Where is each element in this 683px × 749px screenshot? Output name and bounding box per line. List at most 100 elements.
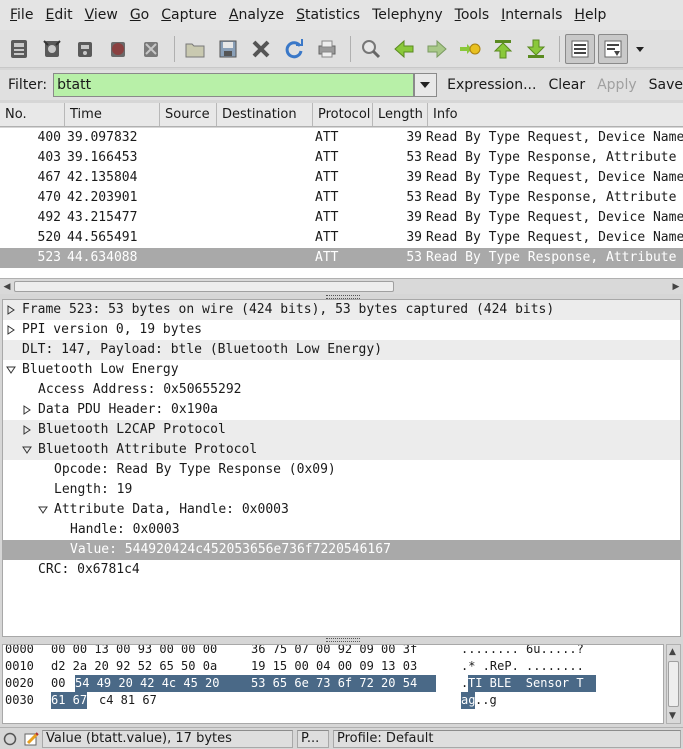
menu-view[interactable]: View [79, 0, 124, 30]
column-header-destination[interactable]: Destination [217, 103, 313, 126]
packet-cell-no: 403 [37, 150, 61, 165]
tree-item[interactable]: Value: 544920424c452053656e736f722054616… [3, 540, 680, 560]
column-header-no[interactable]: No. [0, 103, 65, 126]
more-icon[interactable] [631, 34, 649, 64]
filter-dropdown-button[interactable] [413, 73, 438, 97]
hex-bytes[interactable]: 00 [51, 675, 65, 692]
tree-item[interactable]: Bluetooth Low Energy [3, 360, 680, 380]
collapse-arrow-icon[interactable] [21, 440, 33, 460]
tree-item[interactable]: DLT: 147, Payload: btle (Bluetooth Low E… [3, 340, 680, 360]
hex-bytes-selected[interactable]: 53 65 6e 73 6f 72 20 54 [249, 675, 436, 692]
capture-options-icon[interactable] [37, 34, 67, 64]
hex-ascii-selected[interactable]: ag [461, 692, 476, 709]
save-file-icon[interactable] [213, 34, 243, 64]
filter-input[interactable]: btatt [53, 73, 414, 97]
menu-edit[interactable]: Edit [39, 0, 78, 30]
menu-file[interactable]: File [4, 0, 39, 30]
hex-bytes[interactable]: d2 2a 20 92 52 65 50 0a [51, 658, 217, 675]
hex-ascii[interactable]: .* .ReP. ........ [461, 658, 584, 675]
packet-row[interactable]: 400 39.097832 ATT 39 Read By Type Request, D… [0, 128, 683, 148]
collapse-arrow-icon[interactable] [5, 360, 17, 380]
start-capture-icon[interactable] [70, 34, 100, 64]
menu-statistics[interactable]: Statistics [290, 0, 366, 30]
menu-analyze[interactable]: Analyze [223, 0, 290, 30]
stop-capture-icon[interactable] [103, 34, 133, 64]
go-first-icon[interactable] [488, 34, 518, 64]
packet-row[interactable]: 523 44.634088 ATT 53 Read By Type Response, … [0, 248, 683, 268]
packet-row[interactable]: 467 42.135804 ATT 39 Read By Type Request, D… [0, 168, 683, 188]
column-header-time[interactable]: Time [65, 103, 160, 126]
menu-go[interactable]: Go [124, 0, 155, 30]
menu-help[interactable]: Help [568, 0, 612, 30]
scrollbar-thumb[interactable] [14, 281, 394, 292]
hex-bytes-selected[interactable]: 54 49 20 42 4c 45 20 [75, 675, 249, 692]
apply-button[interactable]: Apply [597, 77, 637, 93]
hex-ascii[interactable]: ..g [475, 692, 497, 709]
clear-button[interactable]: Clear [548, 77, 585, 93]
find-packet-icon[interactable] [356, 34, 386, 64]
tree-item[interactable]: Opcode: Read By Type Response (0x09) [3, 460, 680, 480]
menu-telephony[interactable]: Telephyny [366, 0, 449, 30]
hex-bytes-selected[interactable]: 61 67 [51, 692, 88, 709]
open-file-icon[interactable] [180, 34, 210, 64]
hex-bytes[interactable]: c4 81 67 [99, 692, 157, 709]
expand-arrow-icon[interactable] [5, 320, 17, 340]
expand-arrow-icon[interactable] [5, 300, 17, 320]
go-back-icon[interactable] [389, 34, 419, 64]
status-profile[interactable]: Profile: Default [333, 729, 681, 748]
tree-item[interactable]: Attribute Data, Handle: 0x0003 [3, 500, 680, 520]
go-last-icon[interactable] [521, 34, 551, 64]
autoscroll-icon[interactable] [598, 33, 628, 64]
go-to-packet-icon[interactable] [455, 34, 485, 64]
expand-arrow-icon[interactable] [21, 400, 33, 420]
hex-bytes[interactable]: 36 75 07 00 92 09 00 3f [251, 645, 417, 658]
hex-bytes[interactable]: 00 00 13 00 93 00 00 00 [51, 645, 217, 658]
expert-info-icon[interactable] [0, 732, 20, 746]
interface-list-icon[interactable] [4, 34, 34, 64]
packet-row[interactable]: 492 43.215477 ATT 39 Read By Type Request, D… [0, 208, 683, 228]
tree-item[interactable]: Frame 523: 53 bytes on wire (424 bits), … [3, 300, 680, 320]
reload-icon[interactable] [279, 34, 309, 64]
column-header-info[interactable]: Info [428, 103, 683, 126]
packet-list-hscrollbar[interactable]: ◀ ▶ [0, 278, 683, 294]
restart-capture-icon[interactable] [136, 34, 166, 64]
menu-tools[interactable]: Tools [449, 0, 496, 30]
tree-item[interactable]: Handle: 0x0003 [3, 520, 680, 540]
comment-edit-icon[interactable] [20, 731, 42, 747]
scroll-left-icon[interactable]: ◀ [1, 281, 13, 293]
hex-ascii-selected[interactable]: TI BLE Sensor T [468, 675, 596, 692]
expand-arrow-icon[interactable] [21, 420, 33, 440]
tree-item[interactable]: Bluetooth Attribute Protocol [3, 440, 680, 460]
packet-row[interactable]: 470 42.203901 ATT 53 Read By Type Response, … [0, 188, 683, 208]
save-filter-button[interactable]: Save [649, 77, 683, 93]
scroll-up-icon[interactable]: ▲ [669, 647, 676, 657]
tree-item-label: PPI version 0, 19 bytes [22, 322, 203, 337]
collapse-arrow-icon[interactable] [37, 500, 49, 520]
tree-item[interactable]: CRC: 0x6781c4 [3, 560, 680, 580]
tree-item[interactable]: Length: 19 [3, 480, 680, 500]
column-header-protocol[interactable]: Protocol [313, 103, 373, 126]
scrollbar-thumb[interactable] [668, 661, 679, 707]
tree-item[interactable]: PPI version 0, 19 bytes [3, 320, 680, 340]
menu-capture[interactable]: Capture [155, 0, 223, 30]
hex-ascii[interactable]: ........ 6u.....? [461, 645, 584, 658]
packet-cell-no: 492 [37, 210, 61, 225]
print-icon[interactable] [312, 34, 342, 64]
tree-item[interactable]: Bluetooth L2CAP Protocol [3, 420, 680, 440]
tree-item[interactable]: Access Address: 0x50655292 [3, 380, 680, 400]
tree-item[interactable]: Data PDU Header: 0x190a [3, 400, 680, 420]
scroll-right-icon[interactable]: ▶ [670, 281, 682, 293]
packet-bytes-vscrollbar[interactable]: ▲ ▼ [666, 644, 681, 724]
close-file-icon[interactable] [246, 34, 276, 64]
menu-internals[interactable]: Internals [495, 0, 568, 30]
pane-splitter[interactable] [326, 638, 360, 642]
packet-row[interactable]: 520 44.565491 ATT 39 Read By Type Request, D… [0, 228, 683, 248]
column-header-source[interactable]: Source [160, 103, 217, 126]
expression-button[interactable]: Expression... [447, 77, 536, 93]
colorize-icon[interactable] [565, 33, 595, 64]
packet-row[interactable]: 403 39.166453 ATT 53 Read By Type Response, … [0, 148, 683, 168]
hex-bytes[interactable]: 19 15 00 04 00 09 13 03 [251, 658, 417, 675]
scroll-down-icon[interactable]: ▼ [669, 711, 676, 721]
go-forward-icon[interactable] [422, 34, 452, 64]
column-header-length[interactable]: Length [373, 103, 428, 126]
